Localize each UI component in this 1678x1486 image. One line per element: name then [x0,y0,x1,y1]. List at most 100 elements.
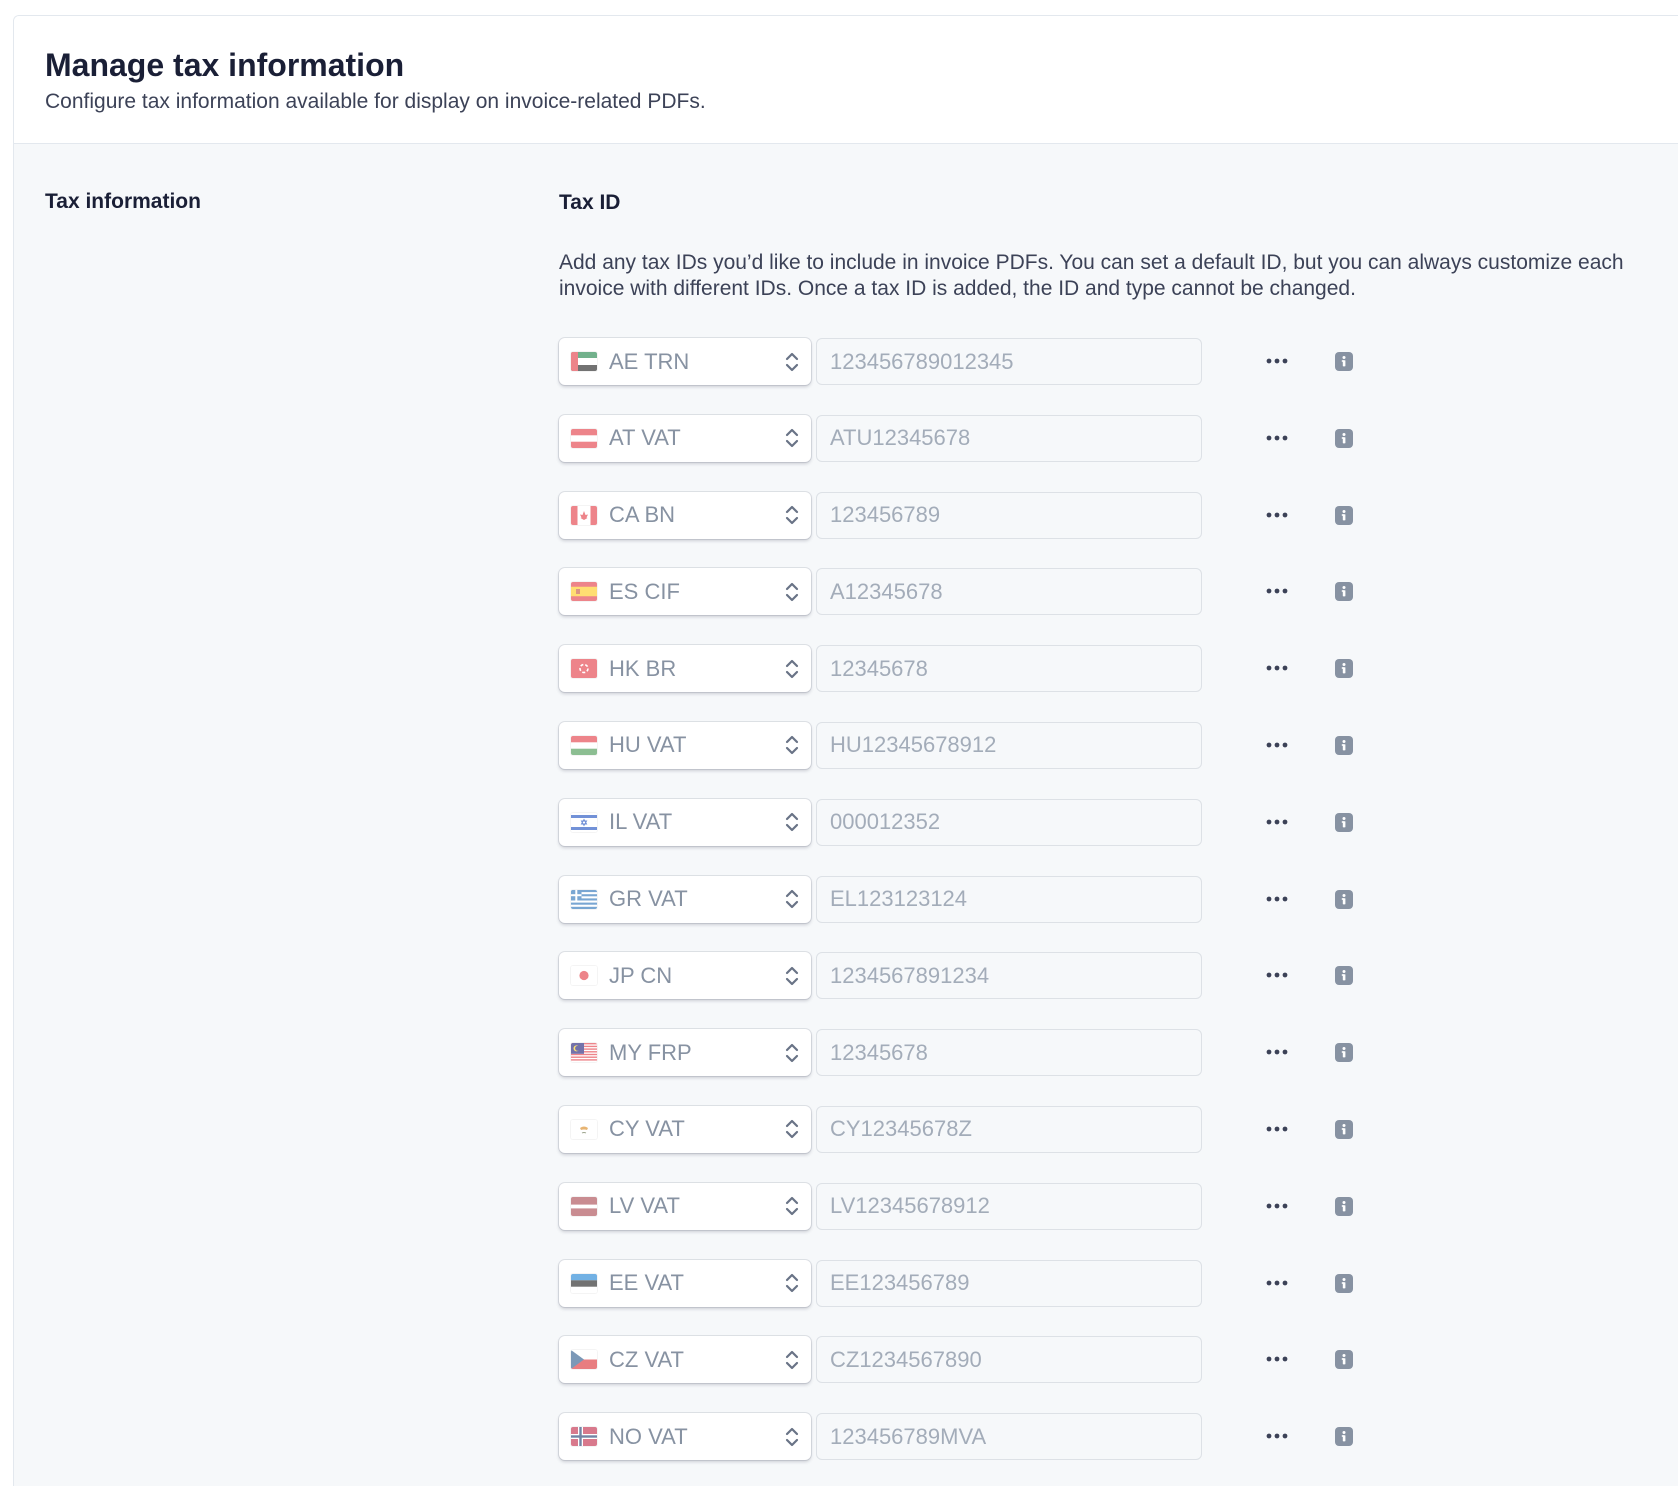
tax-id-row: ES CIF A12345678 [559,568,1678,645]
more-options-icon[interactable] [1262,502,1292,528]
tax-id-help-text: Add any tax IDs you’d like to include in… [559,251,1624,300]
tax-id-type-select[interactable]: CZ VAT [559,1336,811,1384]
more-options-icon[interactable] [1262,1346,1292,1372]
info-icon[interactable] [1335,582,1353,602]
tax-id-type-select[interactable]: MY FRP [559,1029,811,1077]
tax-id-type-select[interactable]: AT VAT [559,414,811,462]
hu-flag-icon [571,735,597,755]
tax-id-type-select[interactable]: AE TRN [559,338,811,385]
tax-id-label: Tax ID [559,191,621,214]
chevron-up-down-icon [783,732,801,758]
settings-body: Tax information Tax ID Add any tax IDs y… [14,144,1678,1486]
tax-id-type-select[interactable]: IL VAT [559,798,811,846]
tax-id-value-field[interactable]: EL123123124 [816,875,1202,923]
info-icon[interactable] [1335,1119,1353,1139]
es-flag-icon [571,582,597,602]
info-icon[interactable] [1335,735,1353,755]
info-icon[interactable] [1335,1350,1353,1370]
tax-id-row: IL VAT 000012352 [559,798,1678,876]
tax-id-type-label: NO VAT [609,1423,688,1449]
tax-id-type-select[interactable]: HU VAT [559,721,811,769]
info-icon[interactable] [1335,812,1353,832]
chevron-up-down-icon [783,1116,801,1142]
chevron-up-down-icon [783,963,801,989]
tax-id-value-field[interactable]: LV12345678912 [816,1182,1202,1230]
tax-id-row: MY FRP 12345678 [559,1029,1678,1106]
tax-id-value-field[interactable]: 123456789 [816,491,1202,539]
more-options-icon[interactable] [1262,962,1292,988]
tax-id-type-select[interactable]: GR VAT [559,875,811,923]
tax-id-type-label: LV VAT [609,1193,680,1219]
tax-id-value-field[interactable]: 12345678 [816,645,1202,693]
at-flag-icon [571,428,597,448]
page-title: Manage tax information [45,47,405,83]
tax-id-value-field[interactable]: CY12345678Z [816,1105,1202,1153]
tax-id-type-label: CY VAT [609,1116,685,1142]
tax-id-value-field[interactable]: 12345678 [816,1029,1202,1077]
more-options-icon[interactable] [1262,732,1292,758]
tax-id-row: AT VAT ATU12345678 [559,414,1678,492]
info-icon[interactable] [1335,659,1353,679]
tax-id-type-label: AT VAT [609,425,681,451]
ee-flag-icon [571,1273,597,1293]
info-icon[interactable] [1335,352,1353,371]
tax-id-value-field[interactable]: EE123456789 [816,1259,1202,1307]
chevron-up-down-icon [783,1270,801,1296]
info-icon[interactable] [1335,966,1353,986]
chevron-up-down-icon [783,579,801,605]
tax-id-type-select[interactable]: ES CIF [559,568,811,616]
more-options-icon[interactable] [1262,809,1292,835]
tax-id-type-select[interactable]: HK BR [559,645,811,693]
tax-id-value-field[interactable]: CZ1234567890 [816,1336,1202,1384]
more-options-icon[interactable] [1262,1116,1292,1142]
tax-id-type-select[interactable]: CY VAT [559,1105,811,1153]
tax-id-row: NO VAT 123456789MVA [559,1413,1678,1486]
tax-id-row: CZ VAT CZ1234567890 [559,1336,1678,1413]
chevron-up-down-icon [783,1424,801,1450]
tax-id-type-select[interactable]: LV VAT [559,1182,811,1230]
tax-id-row: CY VAT CY12345678Z [559,1105,1678,1183]
cz-flag-icon [571,1350,597,1370]
more-options-icon[interactable] [1262,1270,1292,1296]
more-options-icon[interactable] [1262,886,1292,912]
info-icon[interactable] [1335,428,1353,448]
more-options-icon[interactable] [1262,578,1292,604]
info-icon[interactable] [1335,1427,1353,1447]
more-options-icon[interactable] [1262,348,1292,374]
info-icon[interactable] [1335,889,1353,909]
more-options-icon[interactable] [1262,1039,1292,1065]
info-icon[interactable] [1335,1043,1353,1063]
tax-id-type-select[interactable]: EE VAT [559,1259,811,1307]
section-label: Tax information [45,190,201,213]
no-flag-icon [571,1427,597,1447]
tax-id-value-field[interactable]: 000012352 [816,798,1202,846]
tax-id-value-field[interactable]: 123456789012345 [816,338,1202,385]
chevron-up-down-icon [783,349,801,375]
tax-id-type-label: JP CN [609,962,673,988]
tax-id-row: HK BR 12345678 [559,645,1678,722]
lv-flag-icon [571,1196,597,1216]
tax-id-value-field[interactable]: HU12345678912 [816,721,1202,769]
tax-id-type-label: GR VAT [609,886,688,912]
tax-id-value-field[interactable]: 123456789MVA [816,1413,1202,1461]
chevron-up-down-icon [783,656,801,682]
chevron-up-down-icon [783,1193,801,1219]
more-options-icon[interactable] [1262,1193,1292,1219]
tax-id-value-field[interactable]: 1234567891234 [816,952,1202,1000]
tax-id-row: EE VAT EE123456789 [559,1259,1678,1337]
tax-id-type-select[interactable]: NO VAT [559,1413,811,1461]
more-options-icon[interactable] [1262,655,1292,681]
info-icon[interactable] [1335,505,1353,525]
more-options-icon[interactable] [1262,1423,1292,1449]
tax-id-type-label: ES CIF [609,578,680,604]
tax-id-type-label: CA BN [609,502,676,528]
info-icon[interactable] [1335,1273,1353,1293]
tax-id-value-field[interactable]: A12345678 [816,568,1202,616]
more-options-icon[interactable] [1262,425,1292,451]
tax-id-value-field[interactable]: ATU12345678 [816,414,1202,462]
tax-id-type-select[interactable]: JP CN [559,952,811,1000]
my-flag-icon [571,1043,597,1063]
tax-id-type-select[interactable]: CA BN [559,491,811,539]
info-icon[interactable] [1335,1196,1353,1216]
chevron-up-down-icon [783,502,801,528]
